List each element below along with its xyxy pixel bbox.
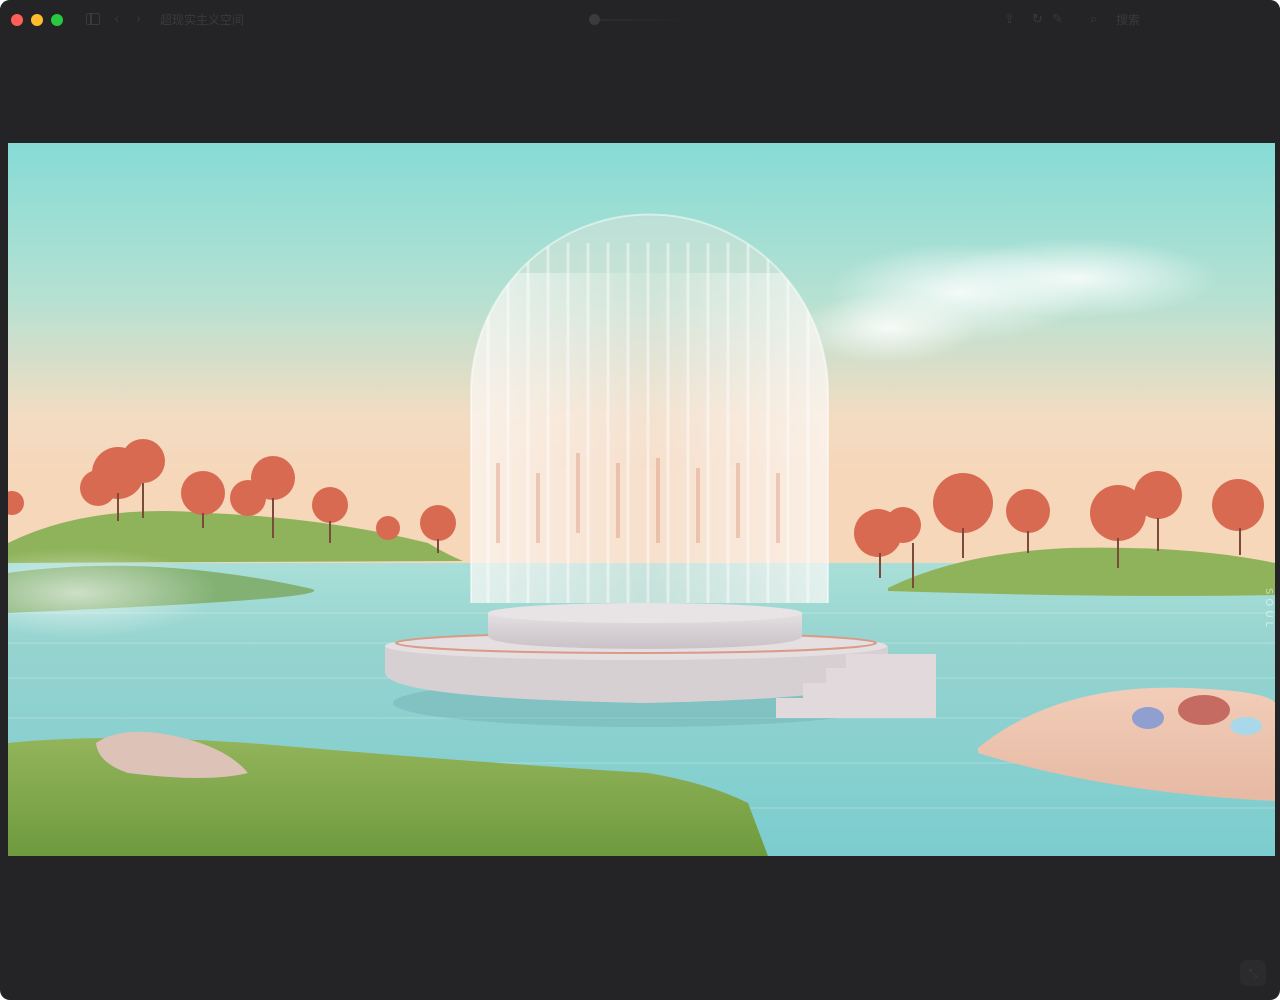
fullscreen-window-button[interactable]	[51, 14, 63, 26]
glass-arch	[470, 213, 829, 603]
search-field-label[interactable]: 搜索	[1116, 12, 1140, 28]
zoom-slider-knob[interactable]	[589, 14, 600, 25]
resize-icon[interactable]: ⤡	[1240, 960, 1266, 986]
forward-icon[interactable]: ›	[136, 12, 141, 28]
markup-icon[interactable]: ✎	[1052, 12, 1063, 28]
zoom-slider-track[interactable]	[590, 19, 690, 21]
document-title: 超现实主义空间	[160, 13, 245, 27]
search-icon[interactable]: ⌕	[1090, 12, 1097, 28]
preview-window: ‹ › 超现实主义空间 ⇪ ↻ ✎ ⌕ 搜索 SOUL ⤡	[0, 0, 1280, 1000]
back-icon[interactable]: ‹	[114, 12, 119, 28]
title-bar: ‹ › 超现实主义空间 ⇪ ↻ ✎ ⌕ 搜索	[0, 0, 1280, 40]
minimize-window-button[interactable]	[31, 14, 43, 26]
close-window-button[interactable]	[11, 14, 23, 26]
rotate-icon[interactable]: ↻	[1032, 12, 1043, 28]
share-icon[interactable]: ⇪	[1004, 12, 1015, 28]
image-canvas[interactable]: SOUL	[8, 143, 1275, 856]
sidebar-icon[interactable]	[86, 13, 100, 25]
watermark-text: SOUL	[1263, 588, 1274, 631]
surreal-scene-image: SOUL	[8, 143, 1275, 856]
